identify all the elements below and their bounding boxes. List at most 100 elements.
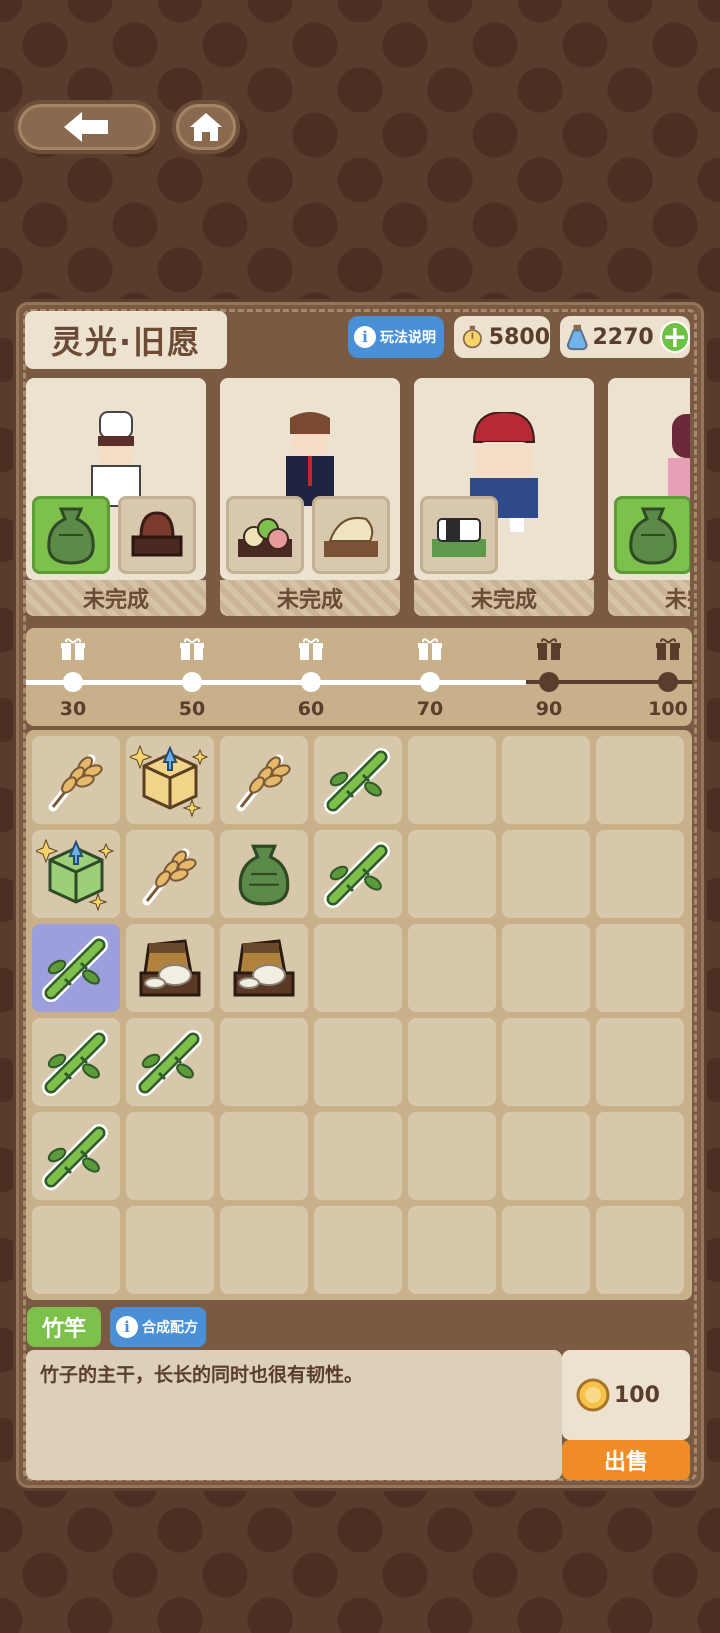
inventory-slot[interactable]: [596, 1112, 684, 1200]
inventory-slot[interactable]: [408, 736, 496, 824]
inventory-slot[interactable]: [314, 924, 402, 1012]
order-status: 未完成: [608, 580, 690, 616]
back-button[interactable]: [14, 100, 160, 154]
inventory-grid: [26, 730, 692, 1300]
order-card[interactable]: [608, 378, 690, 580]
milestone[interactable]: 60: [281, 638, 341, 720]
inventory-slot[interactable]: [32, 736, 120, 824]
gift-icon: [656, 638, 680, 660]
flour-sack-icon: [139, 939, 201, 997]
gift-icon: [180, 638, 204, 660]
inventory-slot[interactable]: [220, 830, 308, 918]
inventory-slot[interactable]: [220, 736, 308, 824]
inventory-slot[interactable]: [126, 736, 214, 824]
gift-icon: [418, 638, 442, 660]
inventory-slot[interactable]: [314, 830, 402, 918]
inventory-slot[interactable]: [220, 1112, 308, 1200]
milestone-dot: [63, 672, 83, 692]
wheat-icon: [236, 754, 291, 812]
milestone-dot: [539, 672, 559, 692]
item-price: 100: [562, 1350, 690, 1440]
rules-button[interactable]: i 玩法说明: [348, 316, 444, 358]
inventory-slot[interactable]: [220, 1206, 308, 1294]
milestone-label: 90: [535, 698, 563, 720]
inventory-slot[interactable]: [126, 830, 214, 918]
recipe-label: 合成配方: [142, 1320, 198, 1336]
inventory-slot[interactable]: [502, 736, 590, 824]
milestone[interactable]: 90: [519, 638, 579, 720]
inventory-slot[interactable]: [314, 1018, 402, 1106]
inventory-slot[interactable]: [314, 736, 402, 824]
bamboo-pole-icon: [42, 936, 108, 1002]
inventory-slot[interactable]: [596, 1206, 684, 1294]
gift-icon: [537, 638, 561, 660]
milestone-dot: [182, 672, 202, 692]
inventory-slot[interactable]: [32, 924, 120, 1012]
milestone[interactable]: 30: [43, 638, 103, 720]
inventory-slot[interactable]: [126, 1018, 214, 1106]
order-card[interactable]: [220, 378, 400, 580]
inventory-slot[interactable]: [502, 1112, 590, 1200]
need-slot: [420, 496, 498, 574]
inventory-slot[interactable]: [126, 924, 214, 1012]
arrow-left-icon: [64, 112, 108, 142]
inventory-slot[interactable]: [126, 1112, 214, 1200]
inventory-slot[interactable]: [596, 830, 684, 918]
cloth-bag-icon: [238, 844, 290, 906]
inventory-slot[interactable]: [314, 1206, 402, 1294]
inventory-slot[interactable]: [502, 830, 590, 918]
inventory-slot[interactable]: [408, 1206, 496, 1294]
wheat-icon: [142, 848, 197, 906]
milestone-dot: [420, 672, 440, 692]
bamboo-pole-icon: [136, 1030, 202, 1096]
page-title: 灵光·旧愿: [25, 311, 227, 369]
inventory-slot[interactable]: [502, 924, 590, 1012]
inventory-slot[interactable]: [314, 1112, 402, 1200]
inventory-slot[interactable]: [408, 1018, 496, 1106]
bamboo-pole-icon: [324, 748, 390, 814]
inventory-slot[interactable]: [502, 1018, 590, 1106]
rules-label: 玩法说明: [380, 330, 436, 346]
selected-item-name: 竹竿: [27, 1307, 101, 1347]
inventory-slot[interactable]: [220, 1018, 308, 1106]
sell-button[interactable]: 出售: [562, 1440, 690, 1480]
inventory-slot[interactable]: [32, 1112, 120, 1200]
inventory-slot[interactable]: [408, 924, 496, 1012]
inventory-slot[interactable]: [32, 1018, 120, 1106]
wheat-icon: [48, 754, 103, 812]
milestone[interactable]: 70: [400, 638, 460, 720]
milestone[interactable]: 100: [638, 638, 692, 720]
info-icon: i: [116, 1316, 138, 1338]
flour-sack-icon: [233, 939, 295, 997]
inventory-slot[interactable]: [596, 1018, 684, 1106]
recipe-button[interactable]: i 合成配方: [110, 1307, 206, 1347]
inventory-slot[interactable]: [32, 1206, 120, 1294]
inventory-slot[interactable]: [596, 924, 684, 1012]
order-card[interactable]: [26, 378, 206, 580]
order-status: 未完成: [220, 580, 400, 616]
home-button[interactable]: [172, 100, 240, 154]
order-card[interactable]: [414, 378, 594, 580]
milestone-label: 50: [178, 698, 206, 720]
inventory-slot[interactable]: [220, 924, 308, 1012]
inventory-slot[interactable]: [408, 1112, 496, 1200]
inventory-slot[interactable]: [32, 830, 120, 918]
order-list[interactable]: 未完成 未完成 未完成 未: [26, 378, 690, 618]
bamboo-pole-icon: [324, 842, 390, 908]
upgrade-box-icon: [130, 744, 209, 818]
info-icon: i: [354, 326, 376, 348]
order-status: 未完成: [414, 580, 594, 616]
coin-amount: 5800: [488, 324, 550, 350]
cloth-bag-icon: [629, 507, 677, 565]
milestone-dot: [301, 672, 321, 692]
inventory-slot[interactable]: [596, 736, 684, 824]
inventory-slot[interactable]: [126, 1206, 214, 1294]
add-gems-button[interactable]: +: [659, 321, 690, 353]
need-slot: [226, 496, 304, 574]
upgrade-box-icon: [36, 838, 115, 912]
milestone[interactable]: 50: [162, 638, 222, 720]
inventory-slot[interactable]: [502, 1206, 590, 1294]
inventory-slot[interactable]: [408, 830, 496, 918]
gift-icon: [299, 638, 323, 660]
gem-amount: 2270: [592, 324, 654, 350]
